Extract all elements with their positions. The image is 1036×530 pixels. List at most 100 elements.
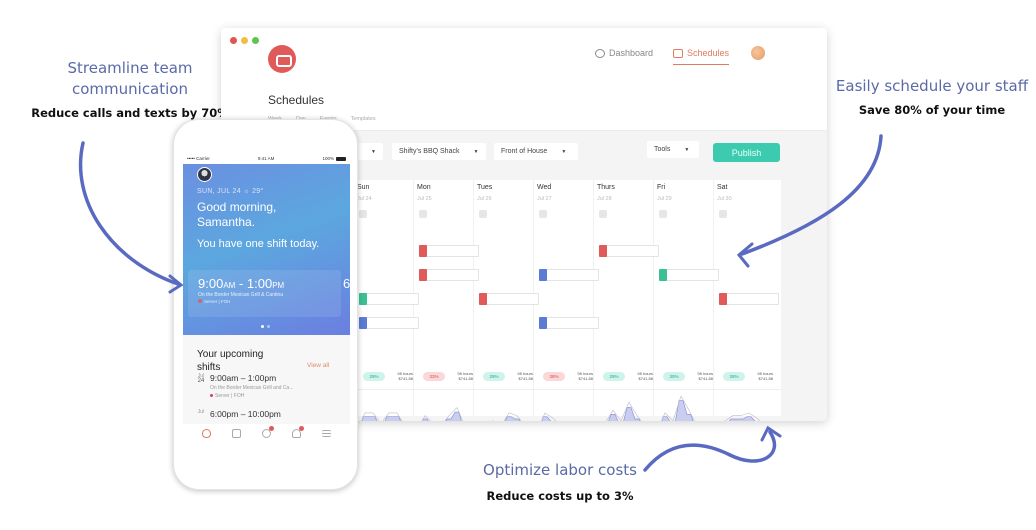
hours-cost: 98 hours $741.88 — [749, 371, 773, 381]
subtab-templates[interactable]: Templates — [351, 116, 376, 122]
brand-logo[interactable] — [268, 45, 296, 73]
labor-forecast-chart — [491, 412, 522, 421]
day-name: Wed — [537, 184, 552, 191]
window-close-button[interactable] — [230, 37, 237, 44]
labor-percent-badge: 33% — [423, 372, 445, 381]
day-date: Jul 30 — [717, 196, 732, 202]
callout-headline: Easily schedule your staff — [835, 77, 1029, 95]
tools-menu[interactable]: Tools ▼ — [647, 141, 699, 158]
calendar-icon[interactable] — [231, 428, 241, 438]
shift-block[interactable] — [419, 245, 479, 257]
day-notes-icon[interactable] — [659, 210, 667, 218]
nav-dashboard[interactable]: Dashboard — [595, 48, 653, 58]
pager-dot-active[interactable] — [261, 325, 264, 328]
publish-button[interactable]: Publish — [713, 143, 780, 162]
shift-block[interactable] — [539, 317, 599, 329]
shift-block[interactable] — [479, 293, 539, 305]
labor-cost: $741.88 — [758, 376, 773, 381]
upcoming-title: Your upcoming shifts — [197, 349, 264, 373]
labor-cost: $741.88 — [698, 376, 713, 381]
carousel-pager[interactable] — [261, 325, 270, 328]
labor-forecast-chart — [541, 412, 557, 421]
nav-dashboard-label: Dashboard — [609, 48, 654, 58]
day-notes-icon[interactable] — [599, 210, 607, 218]
pager-dot[interactable] — [267, 325, 270, 328]
shift-block[interactable] — [419, 269, 479, 281]
calendar-icon — [673, 48, 683, 58]
arrow-labor — [643, 430, 777, 472]
shift-position-tag — [539, 269, 547, 281]
day-name: Thurs — [597, 184, 615, 191]
callout-subtext: Reduce calls and texts by 70% — [31, 106, 229, 120]
mobile-tab-bar — [183, 424, 350, 442]
hours-cost: 98 hours $741.88 — [629, 371, 653, 381]
shift-block[interactable] — [359, 293, 419, 305]
upcoming-shift-item[interactable]: Jul 6:00pm – 10:00pm — [197, 409, 342, 423]
shift-block[interactable] — [539, 269, 599, 281]
menu-icon[interactable] — [322, 429, 332, 437]
hours-cost: 98 hours $741.88 — [509, 371, 533, 381]
chevron-down-icon: ▼ — [473, 148, 479, 155]
window-minimize-button[interactable] — [241, 37, 248, 44]
labor-percent-badge: 29% — [483, 372, 505, 381]
day-name: Sun — [357, 184, 370, 191]
labor-percent-badge: 29% — [603, 372, 625, 381]
labor-forecast-chart — [421, 407, 464, 421]
shift-position-tag — [359, 293, 367, 305]
department-select[interactable]: Front of House ▼ — [494, 143, 578, 160]
day-notes-icon[interactable] — [719, 210, 727, 218]
shift-time: 6:00pm – 10:00pm — [210, 409, 281, 419]
shift-position-tag — [599, 245, 607, 257]
greeting-card: SUN, JUL 24 ☼ 29° Good morning, Samantha… — [183, 164, 350, 335]
labor-cost: $741.88 — [638, 376, 653, 381]
shift-date: Jul — [197, 410, 205, 415]
shift-block[interactable] — [659, 269, 719, 281]
day-date: Jul 27 — [537, 196, 552, 202]
shift-block[interactable] — [359, 317, 419, 329]
day-date: Jul 28 — [597, 196, 612, 202]
shift-month: Jul — [197, 409, 205, 415]
labor-forecast-chart — [606, 401, 642, 421]
shift-block[interactable] — [599, 245, 659, 257]
hours-cost: 98 hours $741.88 — [389, 371, 413, 381]
day-date: Jul 25 — [417, 196, 432, 202]
labor-cost: $741.88 — [398, 376, 413, 381]
home-icon[interactable] — [201, 428, 211, 438]
arrowhead-labor — [760, 425, 782, 442]
user-avatar[interactable] — [751, 46, 765, 60]
shift-block[interactable] — [719, 293, 779, 305]
day-notes-icon[interactable] — [479, 210, 487, 218]
shift-role: Server | FOH — [210, 393, 244, 399]
day-notes-icon[interactable] — [359, 210, 367, 218]
upcoming-shifts: Your upcoming shifts View all Jul 24 9:00… — [183, 335, 350, 431]
callout-subtext: Reduce costs up to 3% — [486, 489, 634, 503]
messages-icon[interactable] — [261, 425, 274, 438]
upcoming-shift-item[interactable]: Jul 24 9:00am – 1:00pm On the Border Mexi… — [197, 373, 342, 403]
shift-position-tag — [419, 245, 427, 257]
shift-position-tag — [479, 293, 487, 305]
status-bar: ••••• Carrier 9:41 AM 100% — [183, 153, 350, 164]
callout-headline: Optimize labor costs — [483, 461, 637, 479]
window-maximize-button[interactable] — [252, 37, 259, 44]
profile-avatar[interactable] — [197, 167, 212, 182]
next-shift-card-peek[interactable]: 6 — [343, 276, 350, 291]
day-notes-icon[interactable] — [419, 210, 427, 218]
callout-labor: Optimize labor costs Reduce costs up to … — [470, 460, 650, 503]
view-all-link[interactable]: View all — [307, 362, 329, 369]
chevron-down-icon: ▼ — [561, 148, 567, 155]
shift-time: 9:00am – 1:00pm — [210, 373, 277, 383]
day-name: Fri — [657, 184, 666, 191]
app-header: Dashboard Schedules Schedules Week Day E… — [221, 28, 827, 131]
today-shift-card[interactable]: 9:00AM - 1:00PM On the Border Mexican Gr… — [188, 270, 341, 317]
day-notes-icon[interactable] — [539, 210, 547, 218]
nav-schedules[interactable]: Schedules — [673, 48, 730, 65]
shift-end: 1:00 — [246, 276, 273, 291]
daily-labor-stats: 29% 98 hours $741.88 33% 98 hours $741.88 29% 9… — [351, 366, 781, 390]
shift-position-tag — [359, 317, 367, 329]
day-name: Mon — [417, 184, 431, 191]
notifications-icon[interactable] — [292, 425, 305, 438]
shift-day: 24 — [197, 378, 205, 384]
mobile-screen: ••••• Carrier 9:41 AM 100% SUN, JUL 24 ☼… — [183, 153, 350, 449]
labor-cost: $741.88 — [518, 376, 533, 381]
location-select[interactable]: Shifty's BBQ Shack ▼ — [392, 143, 486, 160]
